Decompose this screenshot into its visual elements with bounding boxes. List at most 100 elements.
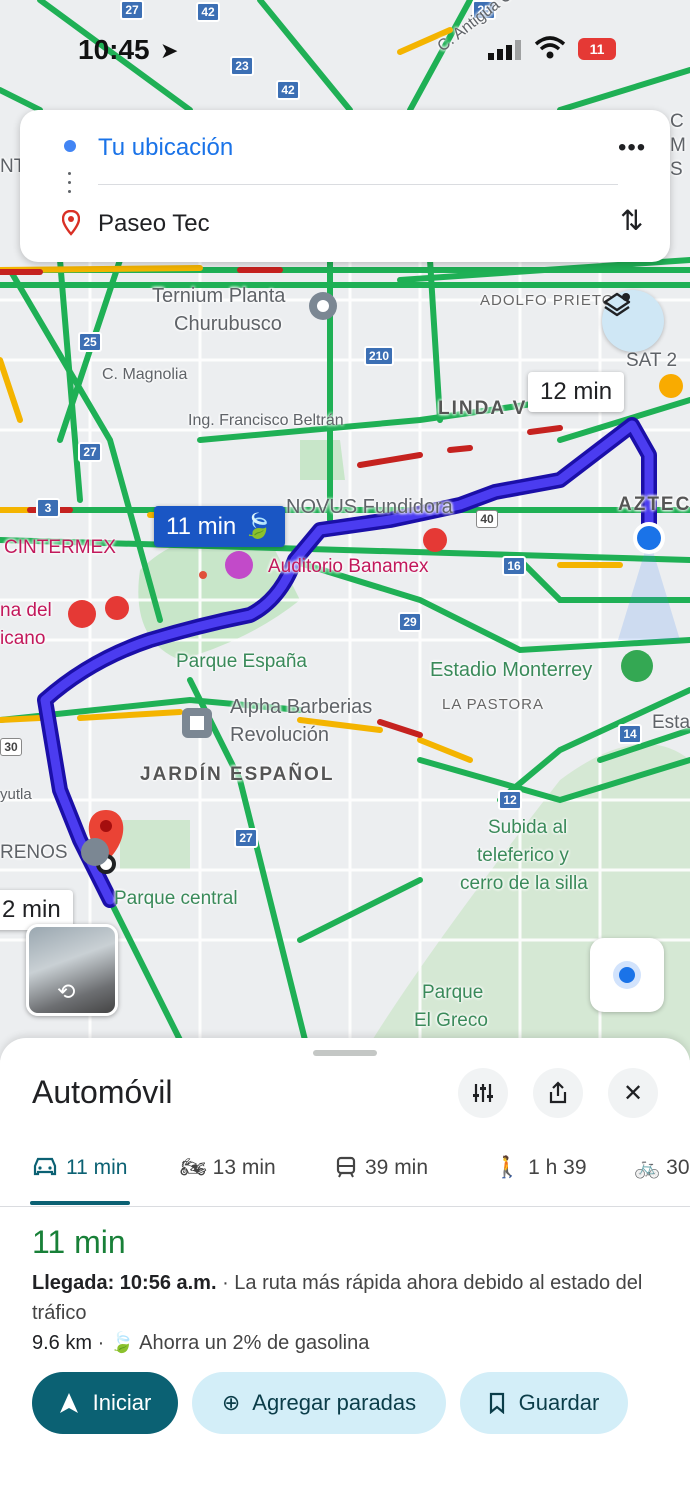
active-tab-indicator [30, 1201, 130, 1205]
sheet-title: Automóvil [32, 1074, 173, 1110]
highway-shield: 210 [364, 346, 395, 366]
highway-shield: 27 [234, 828, 258, 848]
tab-motorcycle[interactable]: 🏍 13 min [180, 1156, 276, 1180]
start-label: Iniciar [92, 1390, 152, 1415]
my-location-button[interactable] [590, 938, 664, 1012]
tab-label: 1 h 39 [528, 1156, 587, 1179]
poi-label-cintermex[interactable]: CINTERMEX [4, 537, 116, 559]
layers-icon [603, 292, 631, 317]
poi-label-subida[interactable]: cerro de la silla [460, 873, 588, 895]
highway-shield: 27 [78, 442, 102, 462]
map-label: na del [0, 600, 52, 621]
directions-card: Tu ubicación Paseo Tec ••• ⇅ [20, 110, 670, 262]
add-stops-button[interactable]: ⊕ Agregar paradas [192, 1372, 446, 1434]
travel-mode-tabs: 11 min 🏍 13 min 39 min 🚶 1 h 39 🚲 30 [0, 1146, 690, 1207]
route-options-button[interactable] [458, 1068, 508, 1118]
highway-shield: 3 [36, 498, 60, 518]
poi-label-parque-greco[interactable]: El Greco [414, 1010, 488, 1032]
highway-shield: 29 [398, 612, 422, 632]
poi-label-churubusco[interactable]: Churubusco [174, 313, 282, 336]
poi-label-parque-central[interactable]: Parque central [114, 888, 238, 910]
poi-label-sat[interactable]: SAT 2 [626, 350, 677, 372]
poi-label-parque-greco[interactable]: Parque [422, 982, 483, 1004]
neighborhood-label: LINDA V [438, 398, 528, 419]
highway-shield: 14 [618, 724, 642, 744]
add-stop-icon: ⊕ [221, 1390, 241, 1415]
save-button[interactable]: Guardar [460, 1372, 628, 1434]
neighborhood-label: ADOLFO PRIETO [480, 292, 615, 309]
highway-shield: 25 [78, 332, 102, 352]
origin-field[interactable]: Tu ubicación [98, 134, 233, 162]
navigation-arrow-icon [59, 1393, 78, 1413]
route-time: 11 min [166, 513, 237, 540]
wifi-icon [534, 36, 566, 59]
swap-directions-button[interactable]: ⇅ [620, 204, 643, 237]
street-view-thumbnail[interactable]: ⟲ [26, 924, 118, 1016]
tab-label: 13 min [212, 1156, 276, 1179]
bookmark-icon [489, 1392, 504, 1414]
share-button[interactable] [533, 1068, 583, 1118]
poi-label-ternium[interactable]: Ternium Planta [152, 285, 285, 308]
location-arrow-icon: ➤ [160, 38, 179, 63]
route-label-selected[interactable]: 11 min 🍃 [154, 506, 285, 547]
tab-transit[interactable]: 39 min [335, 1156, 428, 1180]
save-label: Guardar [518, 1390, 600, 1415]
neighborhood-label: LA PASTORA [442, 696, 544, 713]
add-stops-label: Agregar paradas [252, 1390, 417, 1415]
neighborhood-label: AZTEC [618, 494, 690, 515]
poi-label-estadio[interactable]: Estadio Monterrey [430, 659, 592, 682]
route-dots-icon [68, 172, 72, 199]
location-dot-icon [619, 967, 635, 983]
close-icon: ✕ [622, 1079, 644, 1107]
battery-indicator: 11 [578, 38, 616, 60]
route-label-alternative[interactable]: 12 min [528, 372, 625, 412]
map-label: Esta [652, 712, 690, 733]
walk-icon: 🚶 [494, 1156, 521, 1179]
tab-cycling[interactable]: 🚲 30 [634, 1156, 690, 1180]
poi-label-auditorio[interactable]: Auditorio Banamex [268, 556, 429, 578]
tab-driving[interactable]: 11 min [32, 1156, 127, 1180]
more-options-button[interactable]: ••• [618, 134, 646, 162]
close-button[interactable]: ✕ [608, 1068, 658, 1118]
transit-icon [336, 1156, 356, 1178]
arrival-info: Llegada: 10:56 a.m. · La ruta más rápida… [32, 1268, 652, 1328]
poi-label-subida[interactable]: Subida al [488, 817, 567, 839]
drag-handle[interactable] [313, 1050, 377, 1056]
highway-shield: 40 [476, 510, 498, 528]
eco-leaf-icon: 🍃 [242, 513, 273, 540]
directions-sheet: Automóvil ✕ 11 min 🏍 13 min 39 min 🚶 1 h 3… [0, 1038, 690, 1500]
tab-label: 30 [666, 1156, 690, 1179]
rotate-360-icon: ⟲ [57, 979, 76, 1004]
highway-shield: 30 [0, 738, 22, 756]
route-distance: 9.6 km [32, 1332, 93, 1354]
start-button[interactable]: Iniciar [32, 1372, 178, 1434]
poi-label-novus[interactable]: NOVUS Fundidora [286, 496, 453, 519]
street-label: C. Magnolia [102, 366, 188, 383]
motorcycle-icon: 🏍 [180, 1156, 207, 1179]
neighborhood-label: RENOS [0, 842, 68, 863]
tab-walking[interactable]: 🚶 1 h 39 [494, 1156, 587, 1180]
street-label: Ing. Francisco Beltrán [188, 412, 344, 429]
eco-leaf-icon: 🍃 [109, 1332, 135, 1354]
map-label: C M S [670, 111, 686, 180]
car-icon [33, 1157, 57, 1176]
share-icon [549, 1081, 567, 1104]
destination-pin-icon [62, 210, 80, 236]
neighborhood-label: JARDÍN ESPAÑOL [140, 764, 335, 785]
highway-shield: 12 [498, 790, 522, 810]
sliders-icon [473, 1084, 493, 1102]
tab-label: 39 min [365, 1156, 429, 1179]
signal-icon [488, 40, 521, 60]
poi-label-alpha[interactable]: Alpha Barberias [230, 696, 372, 719]
bike-icon: 🚲 [634, 1156, 661, 1179]
street-label: yutla [0, 786, 32, 803]
destination-field[interactable]: Paseo Tec [98, 210, 210, 238]
poi-label-revolucion[interactable]: Revolución [230, 724, 329, 747]
origin-dot-icon [64, 140, 76, 152]
layers-button[interactable] [602, 290, 664, 352]
arrival-time: Llegada: 10:56 a.m. [32, 1272, 217, 1294]
poi-label-parque-espana[interactable]: Parque España [176, 651, 307, 673]
status-time: 10:45 [78, 34, 150, 65]
route-eta: 11 min [32, 1224, 126, 1260]
poi-label-subida[interactable]: teleferico y [477, 845, 569, 867]
